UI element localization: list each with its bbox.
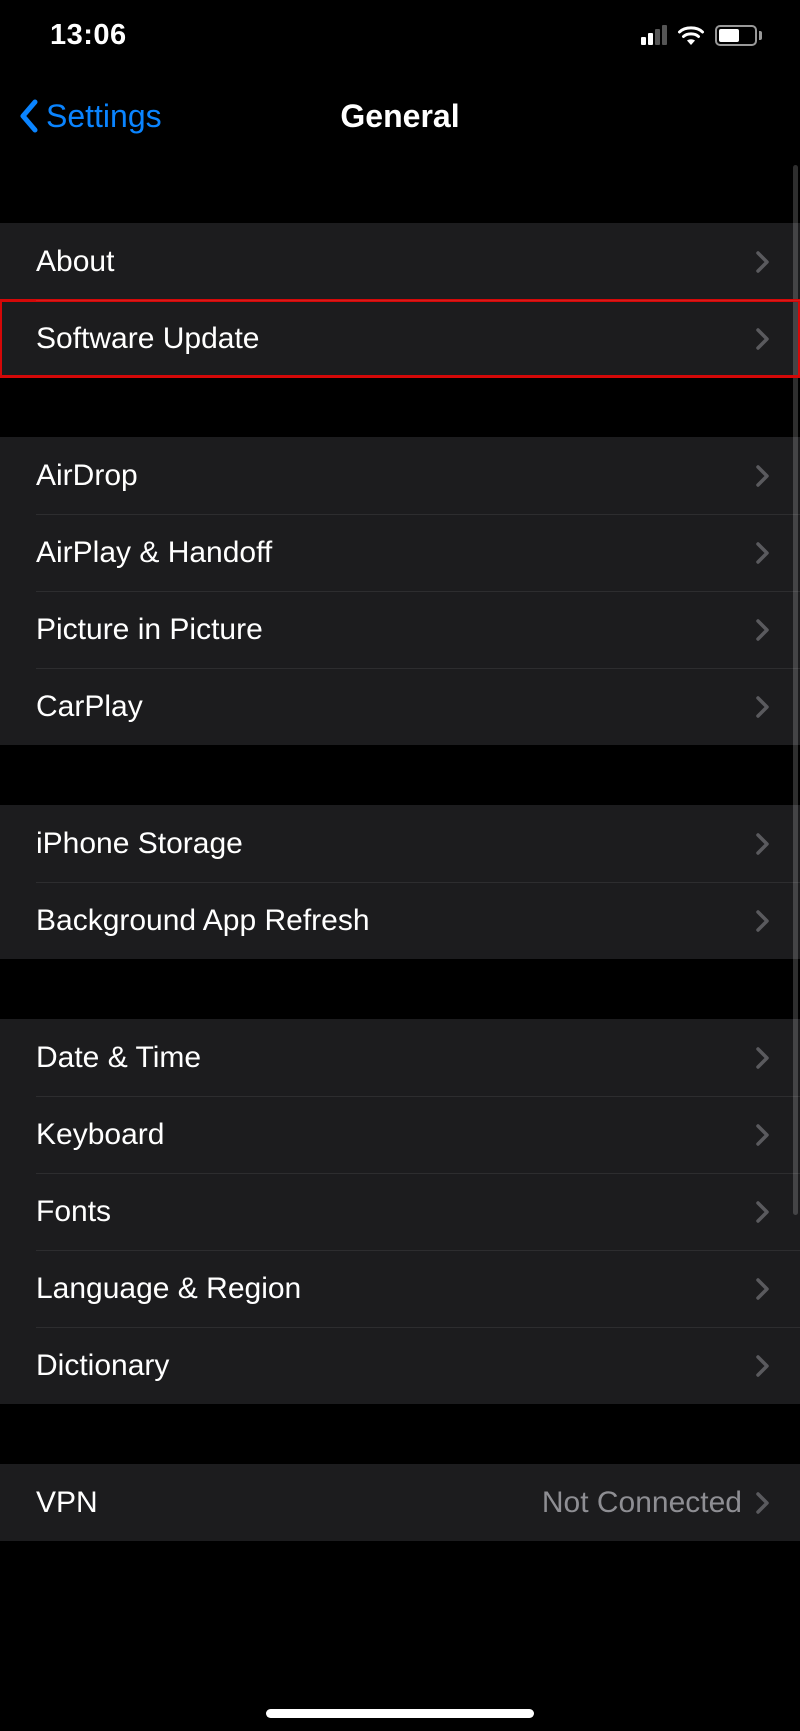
row-label: Fonts [36,1195,756,1229]
row-airdrop[interactable]: AirDrop [0,437,800,514]
status-time: 13:06 [50,19,127,52]
group-spacer [0,745,800,805]
row-background-app-refresh[interactable]: Background App Refresh [0,882,800,959]
status-icons [641,24,762,46]
home-indicator[interactable] [266,1709,534,1718]
row-dictionary[interactable]: Dictionary [0,1327,800,1404]
settings-group: About Software Update [0,223,800,377]
back-button[interactable]: Settings [18,98,162,135]
row-about[interactable]: About [0,223,800,300]
chevron-right-icon [756,464,770,488]
row-airplay-handoff[interactable]: AirPlay & Handoff [0,514,800,591]
settings-group: VPNNot Connected [0,1464,800,1541]
settings-group: iPhone Storage Background App Refresh [0,805,800,959]
settings-group: Date & Time Keyboard Fonts Language & Regio… [0,1019,800,1404]
chevron-right-icon [756,1200,770,1224]
row-label: VPN [36,1486,542,1520]
wifi-icon [676,24,706,46]
row-label: Date & Time [36,1041,756,1075]
group-spacer [0,377,800,437]
page-title: General [340,98,459,135]
row-label: Background App Refresh [36,904,756,938]
chevron-right-icon [756,250,770,274]
row-label: CarPlay [36,690,756,724]
chevron-left-icon [18,98,40,134]
row-label: Language & Region [36,1272,756,1306]
row-vpn[interactable]: VPNNot Connected [0,1464,800,1541]
group-spacer [0,164,800,223]
row-keyboard[interactable]: Keyboard [0,1096,800,1173]
battery-icon [715,25,762,46]
row-picture-in-picture[interactable]: Picture in Picture [0,591,800,668]
settings-content: About Software Update AirDrop AirPlay & Han… [0,164,800,1541]
chevron-right-icon [756,832,770,856]
back-label: Settings [46,98,162,135]
row-label: About [36,245,756,279]
row-label: Picture in Picture [36,613,756,647]
row-label: iPhone Storage [36,827,756,861]
row-date-time[interactable]: Date & Time [0,1019,800,1096]
chevron-right-icon [756,541,770,565]
chevron-right-icon [756,1491,770,1515]
row-detail: Not Connected [542,1486,742,1520]
cellular-icon [641,25,667,45]
chevron-right-icon [756,327,770,351]
chevron-right-icon [756,1123,770,1147]
chevron-right-icon [756,1354,770,1378]
row-language-region[interactable]: Language & Region [0,1250,800,1327]
row-fonts[interactable]: Fonts [0,1173,800,1250]
chevron-right-icon [756,695,770,719]
status-bar: 13:06 [0,0,800,70]
chevron-right-icon [756,1277,770,1301]
chevron-right-icon [756,1046,770,1070]
chevron-right-icon [756,909,770,933]
row-label: AirDrop [36,459,756,493]
row-software-update[interactable]: Software Update [0,300,800,377]
row-iphone-storage[interactable]: iPhone Storage [0,805,800,882]
row-label: Keyboard [36,1118,756,1152]
row-label: Dictionary [36,1349,756,1383]
group-spacer [0,1404,800,1464]
nav-bar: Settings General [0,70,800,162]
row-label: Software Update [36,322,756,356]
row-label: AirPlay & Handoff [36,536,756,570]
settings-group: AirDrop AirPlay & Handoff Picture in Pictu… [0,437,800,745]
chevron-right-icon [756,618,770,642]
row-carplay[interactable]: CarPlay [0,668,800,745]
group-spacer [0,959,800,1019]
